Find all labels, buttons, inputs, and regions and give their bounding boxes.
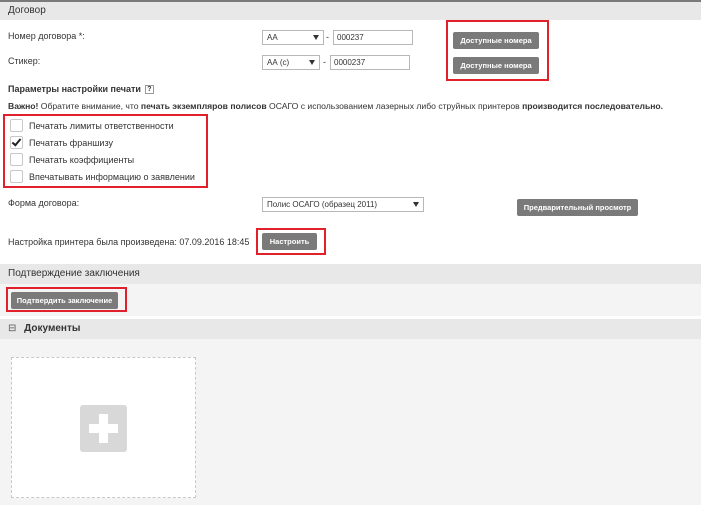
contract-number-input[interactable]: 000237 <box>333 30 413 45</box>
checkbox-print-coefficients[interactable] <box>10 153 23 166</box>
sticker-dash: - <box>323 57 326 67</box>
checkbox-print-deductible[interactable] <box>10 136 23 149</box>
contract-dash: - <box>326 32 329 42</box>
documents-section-title: Документы <box>24 323 81 334</box>
print-note-bold-end: производится последовательно. <box>522 101 664 111</box>
contract-number-value: 000237 <box>337 33 364 42</box>
contract-number-label: Номер договора *: <box>8 31 85 41</box>
option-print-application-info-label: Впечатывать информацию о заявлении <box>29 172 195 182</box>
collapse-icon[interactable]: ⊟ <box>8 323 16 334</box>
preview-button[interactable]: Предварительный просмотр <box>517 199 638 216</box>
sticker-number-input[interactable]: 0000237 <box>330 55 410 70</box>
sticker-label: Стикер: <box>8 56 41 66</box>
contract-series-select[interactable]: АА <box>262 30 324 45</box>
documents-section-header: ⊟ Документы <box>0 319 701 339</box>
available-numbers-button-contract[interactable]: Доступные номера <box>453 32 539 49</box>
checkbox-print-application-info[interactable] <box>10 170 23 183</box>
option-print-coefficients-label: Печатать коэффициенты <box>29 155 135 165</box>
print-note-important: Важно! <box>8 101 39 111</box>
confirm-button[interactable]: Подтвердить заключение <box>11 292 118 309</box>
print-settings-title-text: Параметры настройки печати <box>8 84 141 94</box>
chevron-down-icon <box>313 35 319 40</box>
sticker-number-value: 0000237 <box>334 58 366 67</box>
contract-series-value: АА <box>267 33 278 42</box>
form-select-value: Полис ОСАГО (образец 2011) <box>267 200 378 209</box>
option-print-deductible-label: Печатать франшизу <box>29 138 113 148</box>
printer-status: Настройка принтера была произведена: 07.… <box>8 237 250 247</box>
option-print-limits-label: Печатать лимиты ответственности <box>29 121 174 131</box>
configure-button[interactable]: Настроить <box>262 233 317 250</box>
plus-horizontal-bar <box>89 424 118 433</box>
sticker-series-value: АА (с) <box>267 58 290 67</box>
print-note: Важно! Обратите внимание, что печать экз… <box>8 101 663 111</box>
print-note-text-1: Обратите внимание, что <box>38 101 141 111</box>
confirmation-section-title: Подтверждение заключения <box>8 268 140 279</box>
available-numbers-button-sticker[interactable]: Доступные номера <box>453 57 539 74</box>
print-settings-title: Параметры настройки печати? <box>8 84 154 95</box>
print-note-text-2: ОСАГО с использованием лазерных либо стр… <box>266 101 523 111</box>
form-select[interactable]: Полис ОСАГО (образец 2011) <box>262 197 424 212</box>
contract-section-header: Договор <box>0 2 701 20</box>
confirmation-section-header: Подтверждение заключения <box>0 264 701 284</box>
form-label: Форма договора: <box>8 198 80 208</box>
sticker-series-select[interactable]: АА (с) <box>262 55 320 70</box>
checkbox-print-limits[interactable] <box>10 119 23 132</box>
add-document-icon <box>80 405 127 452</box>
document-upload-tile[interactable] <box>11 357 196 498</box>
help-icon[interactable]: ? <box>144 85 154 95</box>
checkmark-icon <box>11 136 22 147</box>
contract-section-title: Договор <box>8 5 46 16</box>
chevron-down-icon <box>309 60 315 65</box>
print-note-bold-middle: печать экземпляров полисов <box>140 101 267 111</box>
chevron-down-icon <box>413 202 419 207</box>
